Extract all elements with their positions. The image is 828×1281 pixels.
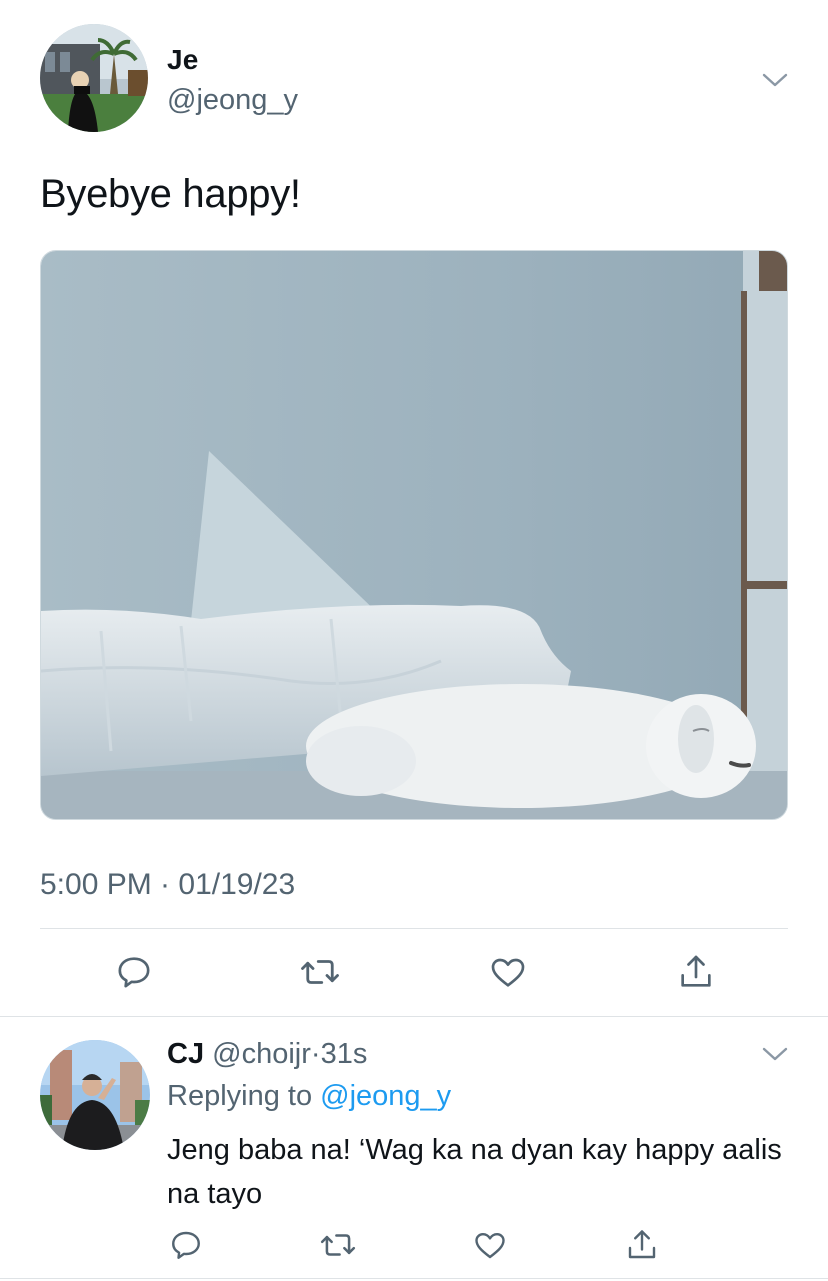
tweet-timestamp[interactable]: 5:00 PM · 01/19/23 (40, 868, 295, 902)
avatar-photo (40, 24, 148, 132)
avatar-photo (40, 1040, 150, 1150)
reply-retweet-button[interactable] (318, 1225, 358, 1265)
chevron-down-icon (762, 73, 788, 87)
author-name[interactable]: Je (167, 44, 199, 76)
like-icon (475, 1233, 505, 1259)
share-icon (628, 1230, 656, 1259)
reply-author-name[interactable]: CJ (167, 1038, 204, 1070)
reply-button[interactable] (112, 950, 156, 994)
retweet-icon (301, 960, 339, 984)
replying-to-handle[interactable]: @jeong_y (320, 1080, 451, 1112)
reply-header: CJ @choijr·31s (167, 1038, 367, 1071)
author-avatar[interactable] (40, 24, 148, 132)
reply-more-options-button[interactable] (760, 1044, 790, 1064)
share-button[interactable] (674, 950, 718, 994)
reply-icon (118, 957, 150, 988)
replying-to-label: Replying to (167, 1080, 313, 1112)
like-button[interactable] (486, 950, 530, 994)
divider (0, 1278, 828, 1279)
author-handle[interactable]: @jeong_y (167, 84, 298, 117)
tweet-text: Byebye happy! (40, 172, 301, 216)
reply-like-button[interactable] (470, 1225, 510, 1265)
reply-icon (172, 1231, 200, 1259)
replying-to-line: Replying to @jeong_y (167, 1080, 451, 1113)
reply-text: Jeng baba na! ‘Wag ka na dyan kay happy … (167, 1134, 782, 1210)
divider (0, 1016, 828, 1017)
reply-time[interactable]: 31s (321, 1038, 368, 1070)
dog-on-bed-image (41, 251, 787, 819)
reply-author-avatar[interactable] (40, 1040, 150, 1150)
retweet-button[interactable] (298, 950, 342, 994)
more-options-button[interactable] (760, 70, 790, 90)
share-icon (681, 955, 711, 987)
divider (40, 928, 788, 929)
reply-author-handle[interactable]: @choijr (212, 1038, 311, 1070)
reply-share-button[interactable] (622, 1225, 662, 1265)
reply-reply-button[interactable] (166, 1225, 206, 1265)
separator-dot: · (310, 1038, 321, 1070)
tweet-photo[interactable] (40, 250, 788, 820)
retweet-icon (320, 1234, 356, 1256)
chevron-down-icon (762, 1047, 788, 1061)
like-icon (491, 958, 525, 987)
